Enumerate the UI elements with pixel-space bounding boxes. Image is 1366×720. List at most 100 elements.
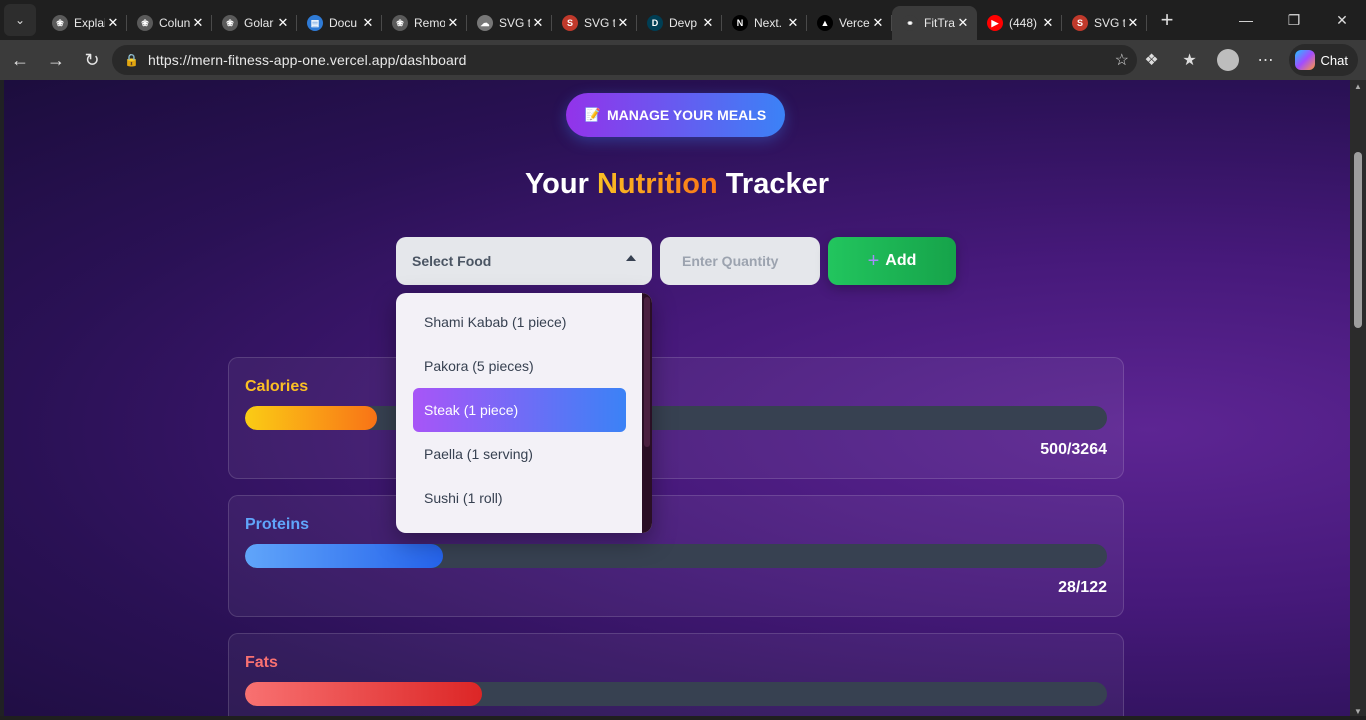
- tab-label: Golar: [244, 16, 274, 30]
- chatgpt-icon: ❀: [52, 15, 68, 31]
- forward-button[interactable]: →: [38, 42, 74, 78]
- copilot-chat-button[interactable]: Chat: [1288, 44, 1358, 76]
- toolbar-actions: ❖ ★ ⋯ Chat: [1133, 44, 1358, 76]
- tab-label: Explai: [74, 16, 105, 30]
- close-tab-icon[interactable]: ✕: [1040, 15, 1056, 31]
- browser-tab[interactable]: ▲ Verce ✕: [807, 6, 892, 40]
- tab-label: FitTra: [924, 16, 955, 30]
- close-tab-icon[interactable]: ✕: [870, 15, 886, 31]
- food-option[interactable]: Pakora (5 pieces): [413, 344, 626, 388]
- browser-tab[interactable]: ▤ Docu ✕: [297, 6, 382, 40]
- nutrient-value: 500/3264: [1040, 441, 1107, 458]
- food-option[interactable]: Sushi (1 roll): [413, 476, 626, 520]
- browser-tab[interactable]: ❀ Remo ✕: [382, 6, 467, 40]
- arrow-left-icon: ←: [11, 49, 29, 70]
- nutrient-value: 28/122: [1058, 579, 1107, 596]
- close-tab-icon[interactable]: ✕: [530, 15, 546, 31]
- page-title: Your Nutrition Tracker: [4, 168, 1350, 201]
- close-window-icon[interactable]: ✕: [1318, 0, 1366, 40]
- browser-tab[interactable]: ❀ Colun ✕: [127, 6, 212, 40]
- food-option[interactable]: Paella (1 serving): [413, 432, 626, 476]
- svg-png-icon: S: [1072, 15, 1088, 31]
- cloud-icon: ☁: [477, 15, 493, 31]
- scroll-down-icon[interactable]: ▼: [1354, 707, 1362, 716]
- favorites-icon[interactable]: ★: [1171, 44, 1209, 76]
- plus-icon: +: [867, 249, 880, 272]
- close-tab-icon[interactable]: ✕: [615, 15, 631, 31]
- food-option[interactable]: Shami Kabab (1 piece): [413, 300, 626, 344]
- browser-tab[interactable]: S SVG t ✕: [1062, 6, 1147, 40]
- browser-tab[interactable]: N Next. ✕: [722, 6, 807, 40]
- nutrient-label: Calories: [245, 378, 309, 395]
- progress-track: [245, 682, 1107, 706]
- close-tab-icon[interactable]: ✕: [360, 15, 376, 31]
- restore-icon[interactable]: ❐: [1270, 0, 1318, 40]
- nutrient-card-proteins: Proteins 28/122: [228, 495, 1124, 617]
- tab-label: Remo: [414, 16, 445, 30]
- browser-tab[interactable]: S SVG t ✕: [552, 6, 637, 40]
- tab-label: Colun: [159, 16, 190, 30]
- url-text: https://mern-fitness-app-one.vercel.app/…: [148, 52, 467, 68]
- browser-tab[interactable]: ☁ SVG t ✕: [467, 6, 552, 40]
- quantity-input[interactable]: Enter Quantity: [660, 237, 820, 285]
- address-bar[interactable]: 🔒 https://mern-fitness-app-one.vercel.ap…: [112, 45, 1137, 75]
- close-tab-icon[interactable]: ✕: [190, 15, 206, 31]
- close-tab-icon[interactable]: ✕: [955, 15, 971, 31]
- minimize-icon[interactable]: —: [1222, 0, 1270, 40]
- favorite-star-icon[interactable]: ☆: [1115, 50, 1129, 70]
- browser-toolbar: ← → ↻ 🔒 https://mern-fitness-app-one.ver…: [0, 40, 1366, 80]
- close-tab-icon[interactable]: ✕: [1125, 15, 1141, 31]
- title-text-start: Your: [524, 168, 597, 200]
- chatgpt-icon: ❀: [137, 15, 153, 31]
- extensions-icon[interactable]: ❖: [1133, 44, 1171, 76]
- manage-meals-label: MANAGE YOUR MEALS: [606, 107, 767, 123]
- add-label: Add: [885, 252, 917, 269]
- close-tab-icon[interactable]: ✕: [445, 15, 461, 31]
- copilot-icon: [1294, 50, 1315, 70]
- manage-meals-button[interactable]: 📝 MANAGE YOUR MEALS: [566, 93, 785, 137]
- close-tab-icon[interactable]: ✕: [105, 15, 121, 31]
- browser-tab[interactable]: ▶ (448) ✕: [977, 6, 1062, 40]
- dropdown-scrollbar[interactable]: [642, 293, 652, 533]
- browser-tab[interactable]: D Devp ✕: [637, 6, 722, 40]
- close-tab-icon[interactable]: ✕: [275, 15, 291, 31]
- progress-track: [245, 544, 1107, 568]
- browser-tab[interactable]: ❀ Golar ✕: [212, 6, 297, 40]
- more-menu-icon[interactable]: ⋯: [1247, 44, 1285, 76]
- quantity-placeholder: Enter Quantity: [682, 253, 779, 269]
- tab-label: Devp: [669, 16, 698, 30]
- scroll-up-icon[interactable]: ▲: [1354, 82, 1362, 91]
- close-tab-icon[interactable]: ✕: [700, 15, 716, 31]
- new-tab-button[interactable]: +: [1151, 4, 1183, 36]
- progress-fill: [245, 406, 377, 430]
- tab-label: Next.: [754, 16, 783, 30]
- page-scrollbar[interactable]: ▲ ▼: [1350, 80, 1366, 720]
- food-dropdown-list[interactable]: Shami Kabab (1 piece) Pakora (5 pieces) St…: [396, 293, 652, 533]
- browser-tab[interactable]: ❀ Explai ✕: [42, 6, 127, 40]
- notepad-icon: 📝: [584, 107, 601, 122]
- chatgpt-icon: ❀: [392, 15, 408, 31]
- tab-actions-menu-button[interactable]: ⌄: [4, 4, 36, 36]
- title-highlight: Nutrition: [596, 168, 718, 200]
- arrow-right-icon: →: [47, 49, 65, 70]
- page-scroll-thumb[interactable]: [1354, 152, 1362, 328]
- close-tab-icon[interactable]: ✕: [785, 15, 801, 31]
- food-option[interactable]: Steak (1 piece): [413, 388, 626, 432]
- food-select[interactable]: Select Food: [396, 237, 652, 285]
- site-info-icon[interactable]: 🔒: [124, 53, 140, 67]
- svg-jpg-icon: S: [562, 15, 578, 31]
- dropdown-scroll-thumb[interactable]: [644, 297, 650, 447]
- devpost-icon: D: [647, 15, 663, 31]
- chat-label: Chat: [1320, 52, 1348, 68]
- browser-tab[interactable]: ⚭ FitTra ✕: [892, 6, 977, 40]
- reload-button[interactable]: ↻: [74, 42, 110, 78]
- window-bottom-edge: [0, 716, 1366, 720]
- nutrient-card-fats: Fats: [228, 633, 1124, 716]
- nextjs-icon: N: [732, 15, 748, 31]
- add-food-button[interactable]: + Add: [828, 237, 956, 285]
- profile-button[interactable]: [1209, 44, 1247, 76]
- back-button[interactable]: ←: [2, 42, 38, 78]
- nutrient-label: Proteins: [245, 516, 310, 533]
- window-controls: — ❐ ✕: [1222, 0, 1366, 40]
- tab-label: SVG t: [1094, 16, 1125, 30]
